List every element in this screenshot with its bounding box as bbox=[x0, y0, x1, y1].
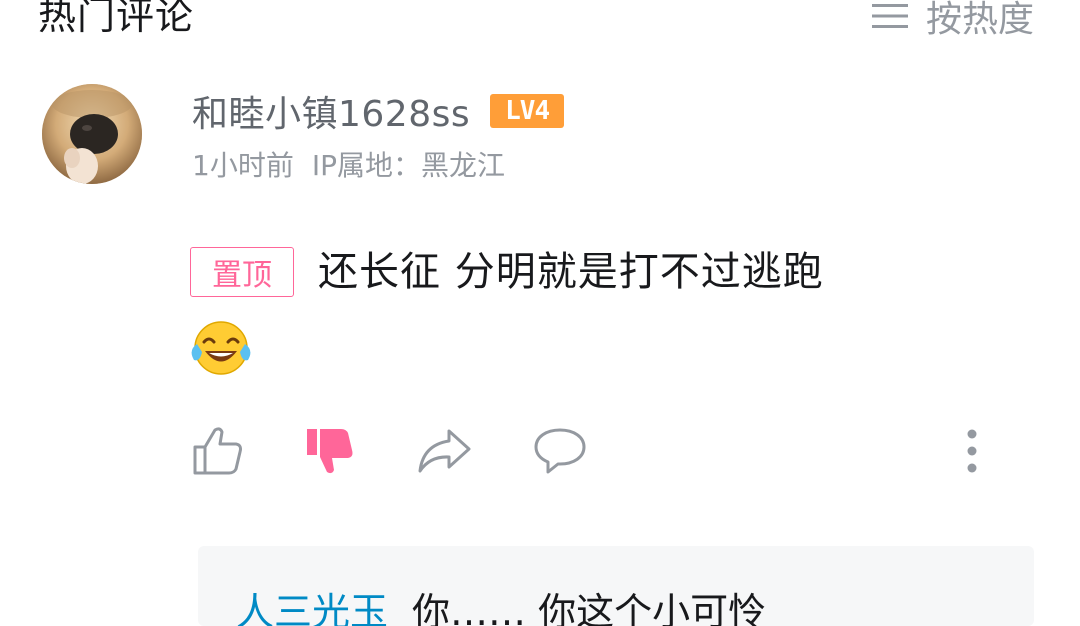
reply-author[interactable]: 人三光玉 bbox=[236, 590, 388, 626]
sort-toggle[interactable]: 按热度 bbox=[871, 0, 1034, 40]
avatar-image bbox=[42, 84, 142, 184]
share-icon bbox=[418, 429, 471, 473]
comment-text: 还长征 分明就是打不过逃跑 bbox=[318, 249, 824, 295]
more-button[interactable] bbox=[944, 424, 1000, 478]
ip-location: IP属地：黑龙江 bbox=[311, 149, 505, 182]
reply-preview-panel[interactable]: 人三光玉 你…… 你这个小可怜 bbox=[198, 546, 1034, 626]
thumbs-up-icon bbox=[193, 427, 242, 475]
comment-icon bbox=[534, 428, 586, 474]
dislike-button[interactable] bbox=[302, 424, 358, 478]
username[interactable]: 和睦小镇1628ss bbox=[192, 85, 470, 137]
like-button[interactable] bbox=[190, 424, 246, 478]
tears-of-joy-emoji bbox=[190, 320, 252, 376]
level-badge: LV4 bbox=[490, 94, 565, 128]
comment-time: 1小时前 bbox=[192, 149, 294, 182]
thumbs-down-icon bbox=[307, 429, 353, 474]
more-vertical-icon bbox=[967, 429, 977, 473]
share-button[interactable] bbox=[416, 424, 472, 478]
reply-preview-item: 人三光玉 你…… 你这个小可怜 bbox=[236, 590, 766, 626]
avatar[interactable] bbox=[42, 84, 142, 184]
menu-icon bbox=[871, 4, 908, 28]
reply-button[interactable] bbox=[532, 424, 588, 478]
section-title: 热门评论 bbox=[38, 0, 195, 38]
reply-text: 你…… 你这个小可怜 bbox=[412, 590, 767, 626]
sort-label: 按热度 bbox=[925, 0, 1034, 40]
pinned-tag: 置顶 bbox=[190, 247, 294, 297]
